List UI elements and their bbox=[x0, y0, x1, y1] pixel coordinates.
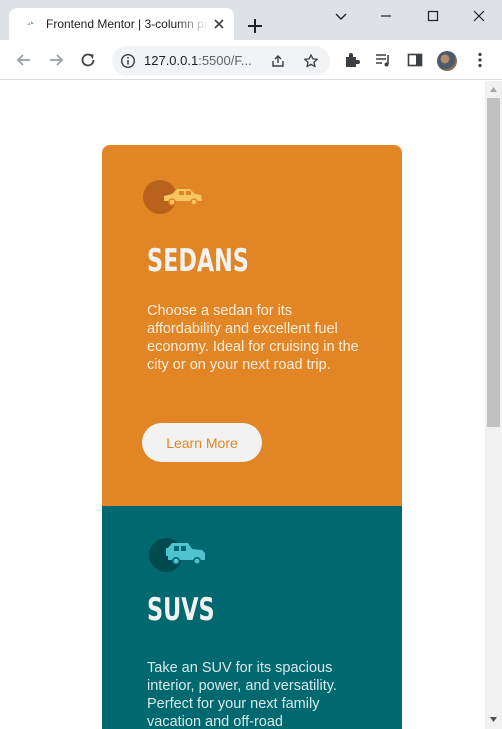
scroll-up-icon[interactable] bbox=[489, 85, 498, 94]
browser-toolbar: 127.0.0.1:5500/F... bbox=[0, 40, 502, 80]
reload-icon[interactable] bbox=[78, 50, 98, 70]
scrollbar-thumb[interactable] bbox=[487, 98, 500, 427]
suv-car-icon bbox=[149, 538, 205, 572]
tab-title: Frontend Mentor | 3-column preview card … bbox=[46, 17, 208, 31]
url-host: 127.0.0.1 bbox=[144, 53, 199, 68]
profile-avatar[interactable] bbox=[437, 51, 457, 71]
media-icon[interactable] bbox=[374, 51, 392, 69]
browser-tab[interactable]: Frontend Mentor | 3-column preview card … bbox=[9, 8, 234, 40]
sedan-description: Choose a sedan for its affordability and… bbox=[147, 303, 359, 373]
sedan-card: Sedans Choose a sedan for its affordabil… bbox=[102, 145, 402, 506]
tab-strip: Frontend Mentor | 3-column preview card … bbox=[0, 0, 502, 40]
back-icon[interactable] bbox=[14, 50, 34, 70]
suv-title: SUVs bbox=[147, 592, 215, 628]
scroll-down-icon[interactable] bbox=[489, 715, 498, 724]
suv-card: SUVs Take an SUV for its spacious interi… bbox=[102, 506, 402, 729]
sedan-car-icon bbox=[143, 180, 202, 214]
side-panel-icon[interactable] bbox=[406, 51, 424, 69]
share-icon[interactable] bbox=[270, 53, 286, 69]
url-path: :5500/F... bbox=[198, 53, 252, 68]
new-tab-icon[interactable] bbox=[245, 16, 265, 36]
menu-icon[interactable] bbox=[471, 51, 489, 69]
page-scrollbar[interactable] bbox=[485, 81, 502, 729]
favicon-icon bbox=[27, 21, 34, 25]
url-text[interactable]: 127.0.0.1:5500/F... bbox=[144, 53, 284, 69]
extensions-icon[interactable] bbox=[343, 51, 361, 69]
suv-description: Take an SUV for its spacious interior, p… bbox=[147, 660, 337, 729]
browser-chrome: Frontend Mentor | 3-column preview card … bbox=[0, 0, 502, 80]
close-icon[interactable] bbox=[212, 17, 226, 31]
chevron-down-icon[interactable] bbox=[329, 6, 353, 26]
maximize-icon[interactable] bbox=[421, 6, 445, 26]
sedan-title: Sedans bbox=[147, 243, 249, 279]
learn-more-button[interactable]: Learn More bbox=[142, 423, 262, 462]
forward-icon[interactable] bbox=[46, 50, 66, 70]
page-viewport: Sedans Choose a sedan for its affordabil… bbox=[0, 81, 502, 729]
address-bar[interactable]: 127.0.0.1:5500/F... bbox=[112, 46, 330, 76]
star-icon[interactable] bbox=[303, 53, 319, 69]
window-close-icon[interactable] bbox=[467, 6, 491, 26]
minimize-icon[interactable] bbox=[374, 6, 398, 26]
info-icon[interactable] bbox=[120, 53, 136, 69]
